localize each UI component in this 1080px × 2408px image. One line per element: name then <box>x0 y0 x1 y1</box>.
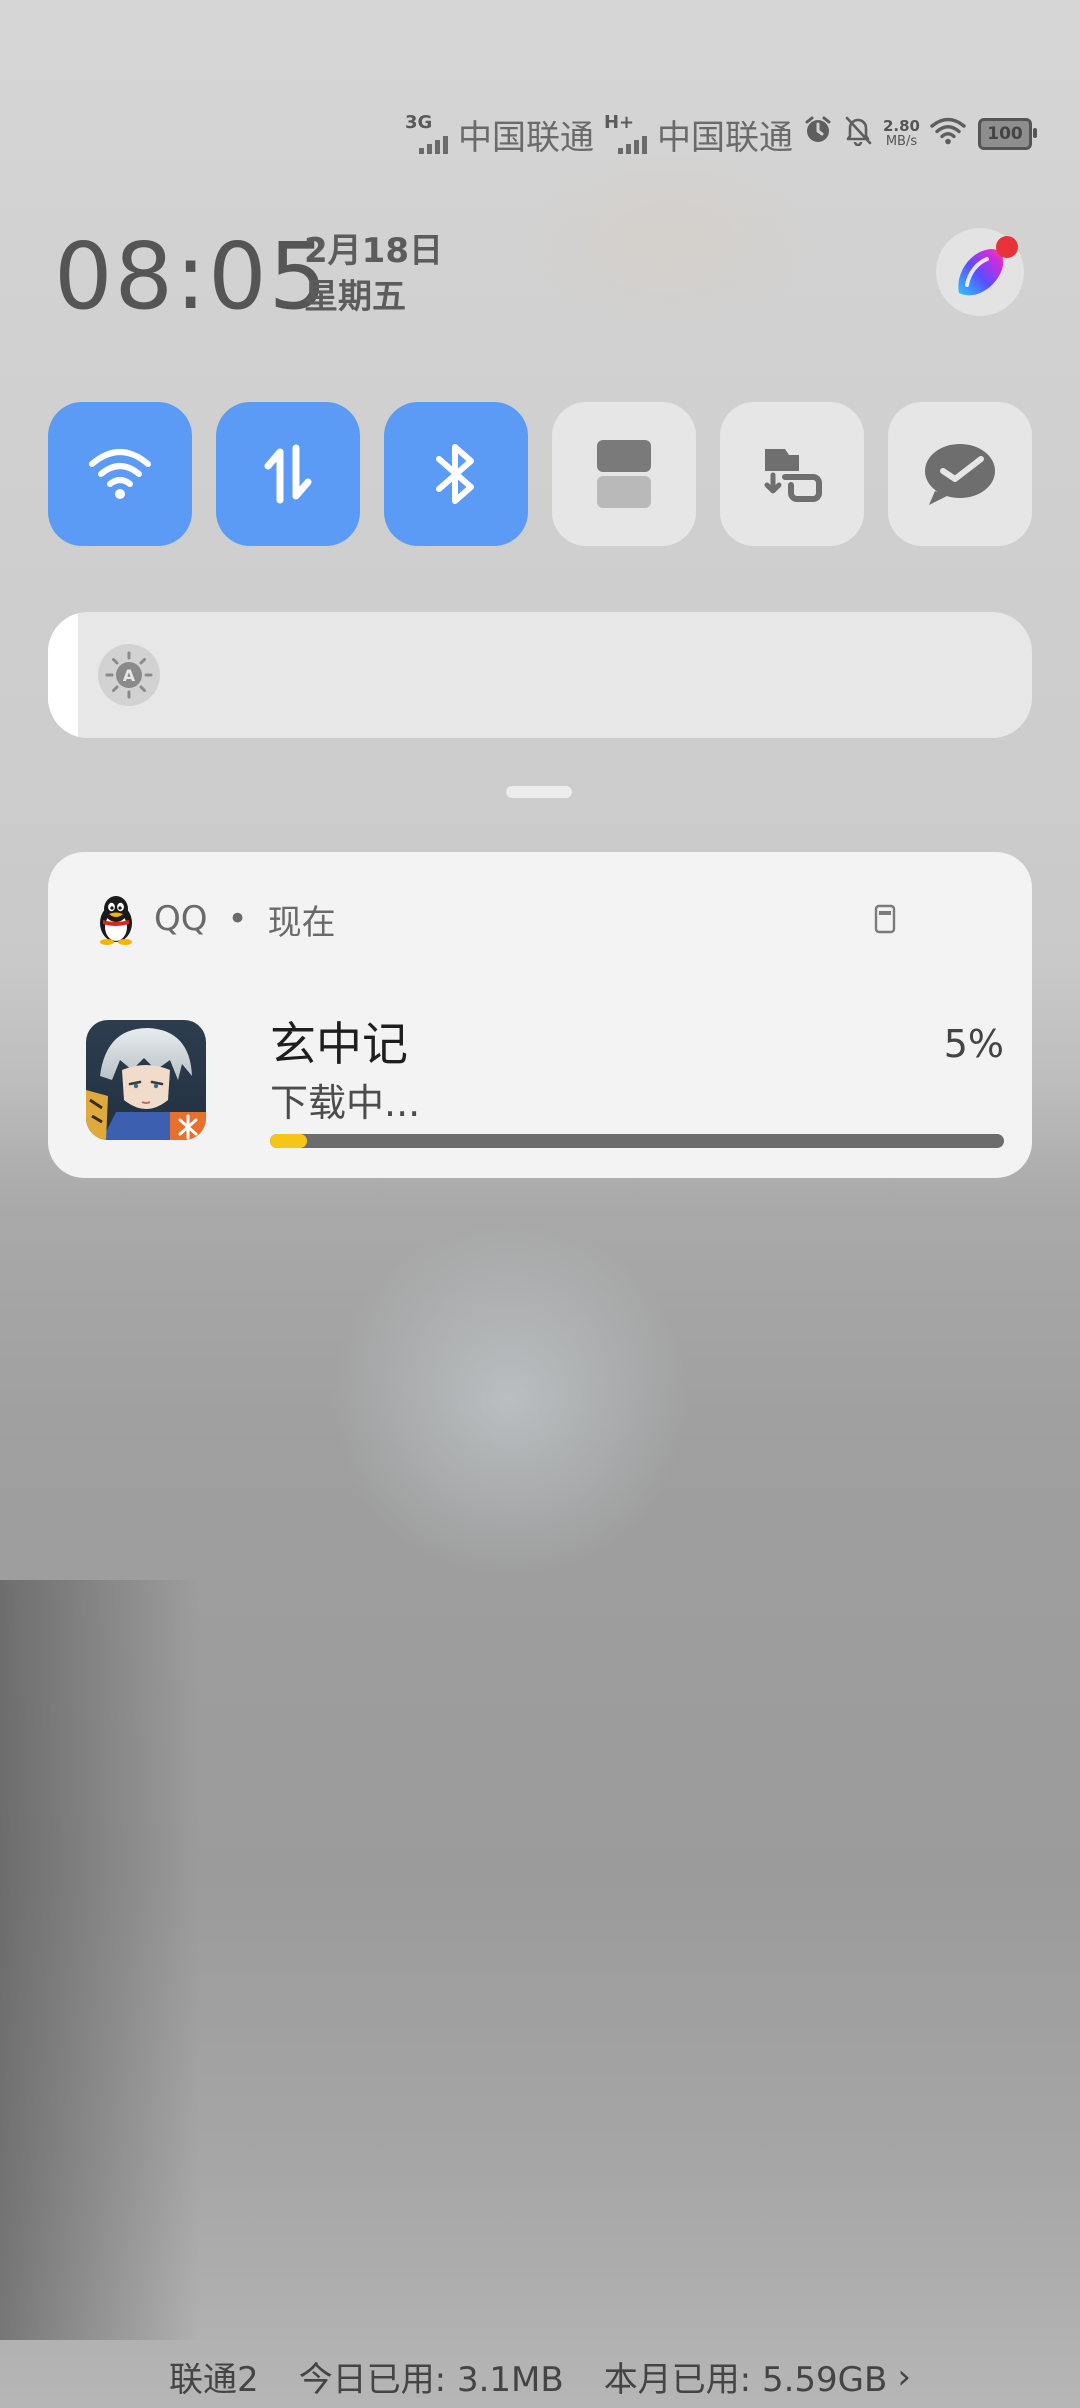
qq-penguin-icon <box>92 892 140 946</box>
battery-level: 100 <box>987 124 1023 144</box>
download-progress-fill <box>270 1134 307 1148</box>
download-percent: 5% <box>943 1022 1004 1066</box>
notification-separator: • <box>227 899 248 939</box>
background-glow <box>520 150 820 330</box>
clock-time[interactable]: 08:05 <box>54 222 329 332</box>
today-usage: 今日已用: 3.1MB <box>298 2360 564 2400</box>
chevron-right-icon: › <box>897 2356 911 2397</box>
bluetooth-tile[interactable] <box>384 402 528 546</box>
screen-rotation-tile[interactable] <box>720 402 864 546</box>
notification-header: QQ • 现在 <box>92 892 336 946</box>
phone-device-icon <box>874 904 896 938</box>
message-icon <box>925 444 995 505</box>
network-type-label: H+ <box>603 112 635 133</box>
speed-value: 2.80 <box>882 117 920 135</box>
download-notification[interactable]: QQ • 现在 玄中记 下载中... 5% <box>48 852 1032 1178</box>
bell-muted-icon <box>843 114 873 155</box>
wifi-tile[interactable] <box>48 402 192 546</box>
mobile-data-tile[interactable] <box>216 402 360 546</box>
notification-subtitle: 下载中... <box>270 1081 421 1125</box>
auto-brightness-icon[interactable]: A <box>98 644 160 706</box>
auto-brightness-label: A <box>123 666 136 685</box>
wifi-status-icon <box>930 114 966 154</box>
battery-icon: 100 <box>978 118 1037 150</box>
brightness-fill <box>48 612 78 738</box>
download-progress-bar <box>270 1134 1004 1148</box>
alarm-icon <box>803 114 833 154</box>
notification-title: 玄中记 <box>270 1017 408 1071</box>
sim1-signal: 3G <box>405 114 448 154</box>
split-screen-icon <box>597 440 651 508</box>
network-speed: 2.80 MB/s <box>882 117 920 150</box>
month-usage-text: 本月已用: 5.59GB <box>603 2360 888 2400</box>
background-glow <box>330 1220 690 1580</box>
mobile-data-icon <box>264 444 312 504</box>
screen-rotation-icon <box>764 449 822 502</box>
sim2-signal: H+ <box>604 114 647 154</box>
wifi-icon <box>89 449 151 499</box>
brightness-slider[interactable]: A <box>48 612 1032 738</box>
date-block[interactable]: 2月18日 星期五 <box>304 228 443 320</box>
date-text: 2月18日 <box>304 231 443 271</box>
carrier-name: 中国联通 <box>656 117 793 158</box>
game-app-icon <box>86 1020 206 1140</box>
message-tile[interactable] <box>888 402 1032 546</box>
background-shadow <box>0 1580 200 2340</box>
notification-time: 现在 <box>267 902 336 943</box>
split-screen-tile[interactable] <box>552 402 696 546</box>
network-type-label: 3G <box>404 112 433 133</box>
panel-drag-handle[interactable] <box>506 786 572 798</box>
notification-dot <box>996 236 1018 258</box>
quick-settings-tiles <box>48 402 1032 546</box>
sim-label: 联通2 <box>169 2360 259 2400</box>
speed-unit: MB/s <box>885 134 918 149</box>
status-bar: 3G 中国联通 H+ 中国联通 2.80 MB/s 100 <box>405 108 1037 160</box>
notification-app-name: QQ <box>154 899 208 939</box>
data-usage-footer[interactable]: 联通2 今日已用: 3.1MB 本月已用: 5.59GB › <box>0 2352 1080 2401</box>
weekday-text: 星期五 <box>304 277 406 317</box>
assistant-button[interactable] <box>936 228 1024 316</box>
bluetooth-icon <box>436 444 474 504</box>
month-usage: 本月已用: 5.59GB › <box>604 2352 911 2401</box>
carrier-name: 中国联通 <box>457 117 594 158</box>
